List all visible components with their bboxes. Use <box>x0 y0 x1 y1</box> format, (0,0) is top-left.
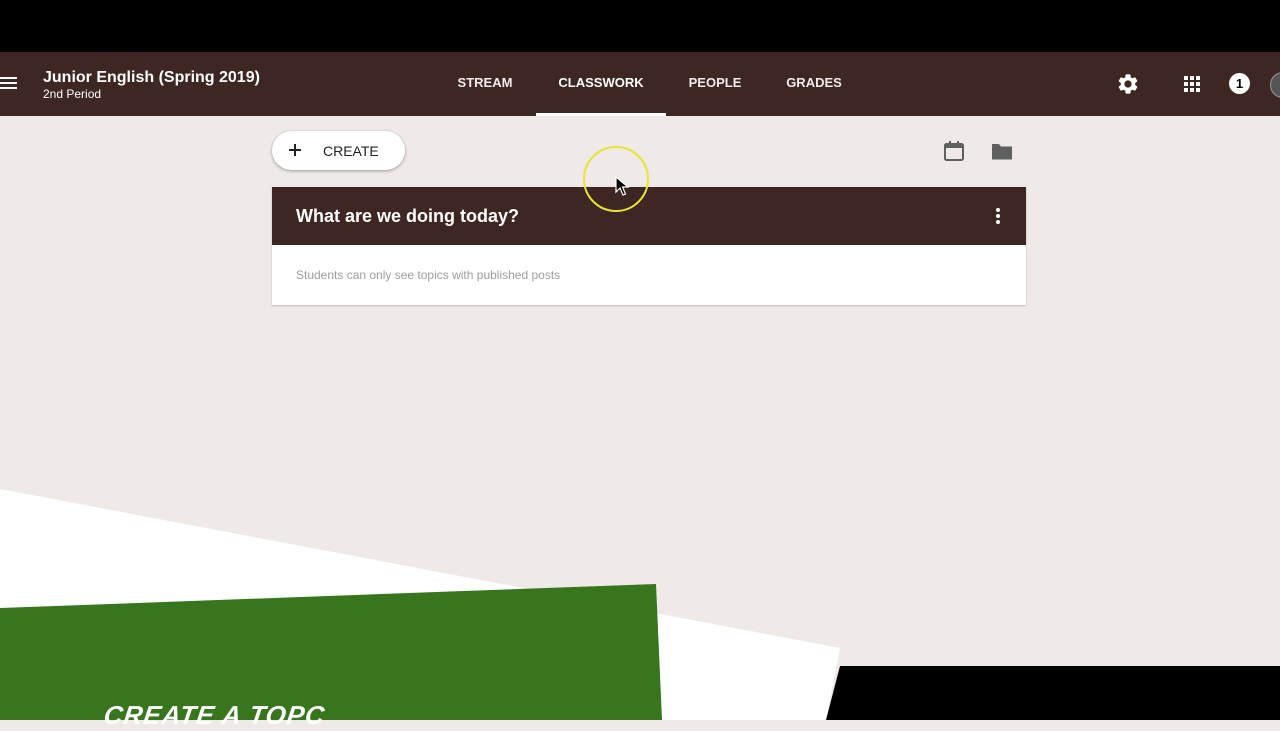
top-black-bar <box>0 0 1280 52</box>
green-banner <box>0 584 662 720</box>
class-title[interactable]: Junior English (Spring 2019) <box>43 69 260 87</box>
app-bar: Junior English (Spring 2019) 2nd Period … <box>0 52 1280 116</box>
class-subtitle: 2nd Period <box>43 87 102 101</box>
gear-icon[interactable] <box>1116 72 1140 96</box>
topic-card: What are we doing today? Students can on… <box>272 187 1026 305</box>
topic-title[interactable]: What are we doing today? <box>296 206 519 227</box>
tab-classwork[interactable]: CLASSWORK <box>536 52 666 116</box>
plus-icon <box>289 144 301 156</box>
create-button[interactable]: CREATE <box>272 131 405 170</box>
black-banner <box>826 666 1280 720</box>
tab-people[interactable]: PEOPLE <box>672 52 758 116</box>
white-slanted-panel <box>0 489 840 720</box>
calendar-icon[interactable] <box>943 140 965 162</box>
create-button-label: CREATE <box>323 143 379 159</box>
apps-grid-icon[interactable] <box>1180 72 1204 96</box>
menu-icon[interactable] <box>0 74 18 94</box>
topic-visibility-note: Students can only see topics with publis… <box>296 268 561 282</box>
topic-header: What are we doing today? <box>272 187 1026 245</box>
folder-icon[interactable] <box>990 140 1014 162</box>
tab-grades[interactable]: GRADES <box>770 52 858 116</box>
tab-stream[interactable]: STREAM <box>440 52 530 116</box>
banner-text: CREATE A TOPC <box>101 700 328 730</box>
notification-badge[interactable]: 1 <box>1229 73 1250 94</box>
avatar[interactable] <box>1270 72 1280 98</box>
more-vert-icon[interactable] <box>988 206 1008 226</box>
mouse-pointer-icon <box>615 176 629 196</box>
